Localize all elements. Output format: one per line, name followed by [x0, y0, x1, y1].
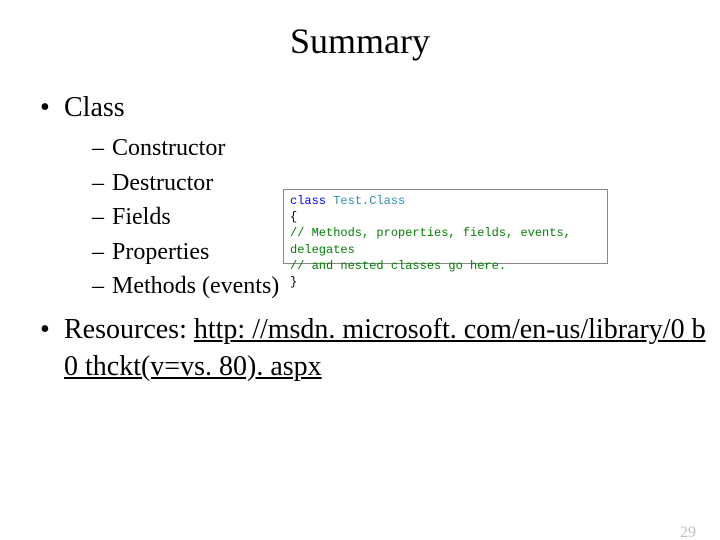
code-keyword-class: class — [290, 194, 326, 208]
slide-title: Summary — [0, 20, 720, 62]
code-line-4: // and nested classes go here. — [290, 258, 601, 274]
bullet-class-label: Class — [64, 92, 125, 123]
code-line-5: } — [290, 274, 601, 290]
code-line-2: { — [290, 209, 601, 225]
code-line-1: class Test.Class — [290, 193, 601, 209]
code-comment-2: // and nested classes go here. — [290, 259, 506, 273]
page-number: 29 — [680, 524, 696, 540]
code-snippet-box: class Test.Class { // Methods, propertie… — [283, 189, 608, 264]
code-line-3: // Methods, properties, fields, events, … — [290, 225, 601, 257]
slide: Summary Class Constructor Destructor Fie… — [0, 20, 720, 540]
resources-prefix: Resources: — [64, 314, 194, 345]
subbullet-constructor: Constructor — [92, 132, 720, 164]
code-comment-1: // Methods, properties, fields, events, … — [290, 226, 571, 256]
code-typename: Test.Class — [333, 194, 405, 208]
bullet-resources: Resources: http: //msdn. microsoft. com/… — [40, 312, 720, 385]
